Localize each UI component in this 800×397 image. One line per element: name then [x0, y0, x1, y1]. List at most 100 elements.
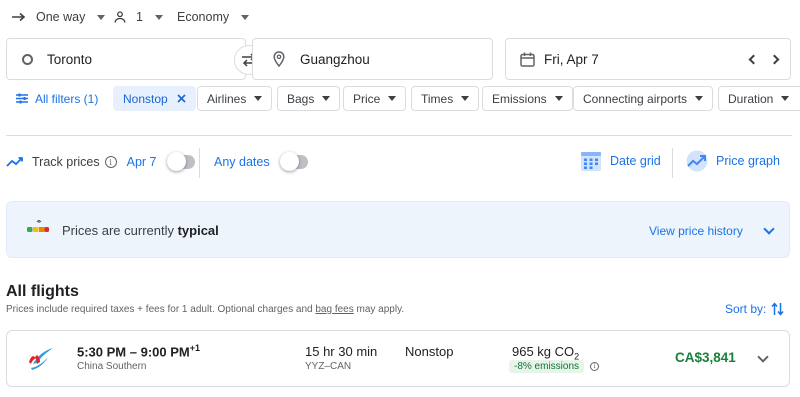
- chevron-down-icon: [254, 96, 263, 101]
- track-prices-label: Track prices: [32, 155, 100, 169]
- all-filters-button[interactable]: All filters (1): [16, 86, 98, 111]
- vertical-divider: [672, 148, 673, 178]
- flight-duration: 15 hr 30 min: [305, 344, 378, 359]
- price-insight-level: typical: [177, 223, 219, 238]
- any-dates-toggle[interactable]: [279, 152, 308, 171]
- toggle-knob: [166, 152, 186, 171]
- close-icon[interactable]: [177, 94, 186, 103]
- results-note-prefix: Prices include required taxes + fees for…: [6, 304, 316, 315]
- previous-date-button[interactable]: [745, 52, 759, 66]
- chip-nonstop[interactable]: Nonstop: [113, 86, 196, 111]
- price-insight-text: Prices are currently typical: [62, 223, 219, 238]
- date-grid-button[interactable]: Date grid: [580, 150, 661, 172]
- chip-label: Emissions: [492, 91, 547, 106]
- any-dates-label: Any dates: [214, 155, 270, 169]
- chip-duration[interactable]: Duration: [718, 86, 800, 111]
- chip-label: Connecting airports: [583, 91, 688, 106]
- info-icon[interactable]: i: [104, 156, 117, 168]
- flight-route: YYZ–CAN: [305, 361, 352, 372]
- expand-flight-button[interactable]: [753, 351, 773, 367]
- toggle-knob: [279, 152, 299, 171]
- chevron-down-icon: [763, 223, 775, 235]
- all-filters-label: All filters (1): [35, 91, 99, 106]
- emissions-amount: 965 kg CO: [512, 344, 575, 359]
- cabin-class-select[interactable]: Economy: [177, 10, 250, 24]
- chevron-down-icon: [695, 96, 704, 101]
- origin-value: Toronto: [47, 51, 93, 67]
- chevron-left-icon: [748, 54, 759, 64]
- chip-emissions[interactable]: Emissions: [482, 86, 573, 111]
- flight-stops: Nonstop: [405, 344, 454, 359]
- chip-label: Times: [421, 91, 454, 106]
- chip-price[interactable]: Price: [343, 86, 407, 111]
- price-graph-label: Price graph: [716, 154, 780, 168]
- price-insight-prefix: Prices are currently: [62, 223, 178, 238]
- price-graph-button[interactable]: Price graph: [685, 150, 780, 172]
- chevron-down-icon: [241, 14, 250, 20]
- chevron-down-icon: [461, 96, 470, 101]
- flight-price: CA$3,841: [675, 350, 736, 365]
- passengers-count: 1: [136, 10, 143, 24]
- divider: [6, 135, 792, 136]
- trip-type-label: One way: [36, 10, 86, 24]
- view-price-history-label: View price history: [649, 224, 743, 238]
- flight-times: 5:30 PM – 9:00 PM+1: [77, 343, 200, 359]
- sort-by-button[interactable]: Sort by:: [725, 302, 784, 316]
- emissions-badge-group: -8% emissions i: [509, 360, 600, 373]
- price-graph-icon: [686, 150, 708, 172]
- trip-type-select[interactable]: One way: [12, 10, 106, 24]
- destination-field[interactable]: Guangzhou: [252, 38, 493, 80]
- location-pin-icon: [273, 51, 285, 67]
- chip-label: Bags: [287, 91, 315, 106]
- origin-field[interactable]: Toronto: [6, 38, 246, 80]
- results-note: Prices include required taxes + fees for…: [6, 304, 404, 315]
- chevron-down-icon: [97, 14, 106, 20]
- next-date-button[interactable]: [769, 52, 783, 66]
- origin-circle-icon: [22, 53, 33, 65]
- departure-date-value: Fri, Apr 7: [544, 51, 599, 67]
- china-southern-logo: [28, 348, 53, 370]
- chip-label: Airlines: [207, 91, 247, 106]
- chevron-down-icon: [154, 14, 163, 20]
- chip-label: Price: [353, 91, 381, 106]
- chip-times[interactable]: Times: [411, 86, 480, 111]
- chip-airlines[interactable]: Airlines: [197, 86, 273, 111]
- flight-result-card[interactable]: 5:30 PM – 9:00 PM+1 China Southern 15 hr…: [6, 330, 790, 387]
- chevron-down-icon: [554, 96, 563, 101]
- sort-by-label: Sort by:: [725, 302, 767, 316]
- emissions-badge: -8% emissions: [509, 360, 585, 373]
- chevron-right-icon: [769, 54, 780, 64]
- filter-sliders-icon: [16, 93, 28, 104]
- date-grid-label: Date grid: [610, 154, 661, 168]
- any-dates-group: Any dates: [214, 152, 308, 171]
- flight-time-range: 5:30 PM – 9:00 PM: [77, 344, 190, 360]
- destination-value: Guangzhou: [300, 51, 370, 67]
- chevron-down-icon: [388, 96, 397, 101]
- chevron-down-icon: [757, 351, 769, 363]
- emissions-value: 965 kg CO2: [512, 344, 579, 362]
- sort-arrows-icon: [771, 302, 784, 316]
- track-prices-group: Track prices i Apr 7: [6, 152, 195, 171]
- chevron-down-icon: [322, 96, 331, 101]
- price-level-icon: [27, 220, 49, 232]
- person-icon: [114, 11, 126, 23]
- info-icon[interactable]: i: [590, 362, 600, 371]
- chevron-down-icon: [781, 96, 790, 101]
- arrow-right-icon: [12, 12, 26, 22]
- track-prices-toggle[interactable]: [166, 152, 195, 171]
- chip-label: Nonstop: [123, 91, 168, 106]
- price-insight-banner: Prices are currently typical View price …: [6, 201, 790, 258]
- track-date-label: Apr 7: [126, 155, 157, 169]
- view-price-history-button[interactable]: View price history: [649, 223, 775, 238]
- calendar-icon: [520, 52, 535, 67]
- chip-bags[interactable]: Bags: [277, 86, 341, 111]
- cabin-class-label: Economy: [177, 10, 230, 24]
- airline-name: China Southern: [77, 361, 147, 372]
- results-heading: All flights: [6, 283, 79, 300]
- bag-fees-link[interactable]: bag fees: [315, 304, 353, 315]
- results-note-suffix: may apply.: [353, 304, 405, 315]
- chip-connecting-airports[interactable]: Connecting airports: [573, 86, 714, 111]
- chip-label: Duration: [728, 91, 774, 106]
- trending-line-icon: [6, 157, 23, 167]
- passengers-select[interactable]: 1: [114, 10, 163, 24]
